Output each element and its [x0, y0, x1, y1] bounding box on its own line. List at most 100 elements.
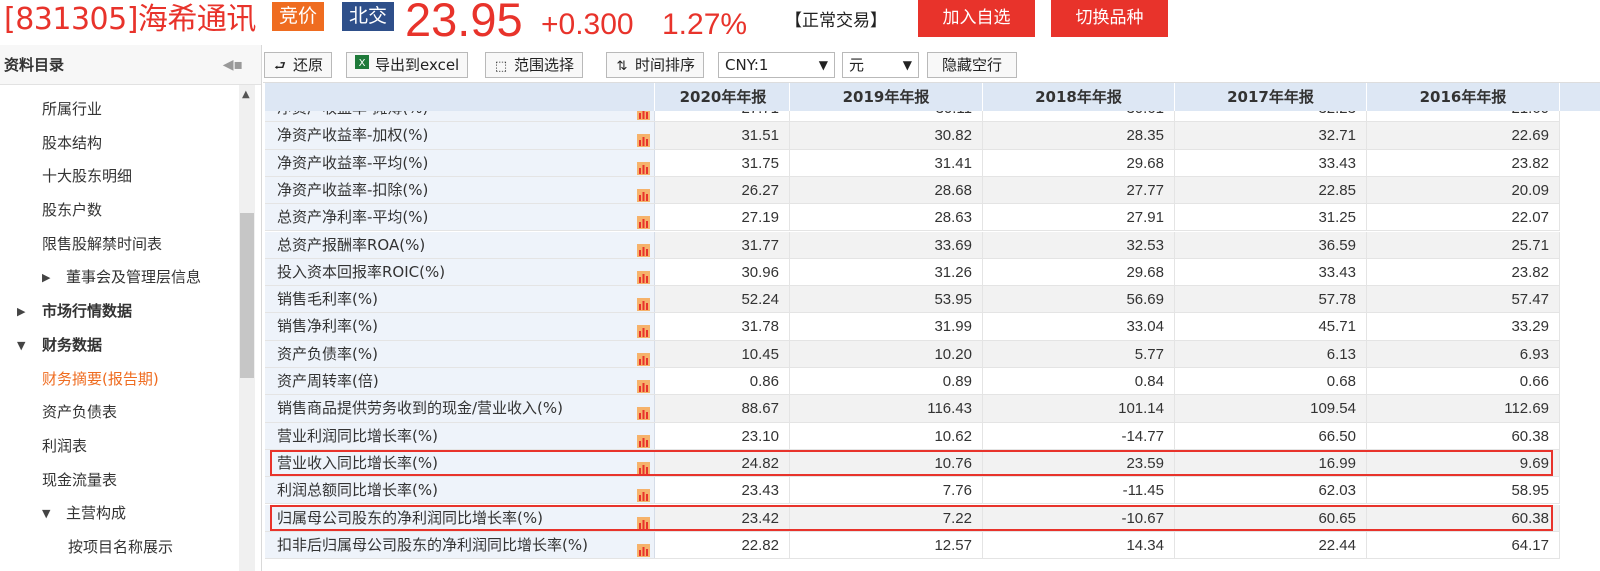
- undo-icon: ⮐: [274, 59, 286, 74]
- sidebar-item[interactable]: 财务摘要(报告期): [0, 363, 240, 397]
- bar-chart-icon[interactable]: [637, 239, 650, 257]
- table-row[interactable]: 净资产收益率-平均(%) 31.75 31.41 29.68 33.43 23.82: [265, 149, 1600, 177]
- bar-chart-icon[interactable]: [637, 211, 650, 230]
- table-cell: 20.09: [1367, 176, 1560, 204]
- sidebar-item[interactable]: 按项目名称展示: [0, 531, 240, 565]
- table-cell: 112.69: [1367, 395, 1560, 422]
- scrollbar-thumb[interactable]: [240, 213, 254, 378]
- sort-icon: ⇅: [616, 59, 628, 74]
- table-row[interactable]: 销售净利率(%) 31.78 31.99 33.04 45.71 33.29: [265, 313, 1600, 341]
- export-excel-button[interactable]: X 导出到excel: [346, 52, 469, 78]
- bar-chart-icon[interactable]: [637, 430, 650, 448]
- sidebar-item[interactable]: ▼ 财务数据: [0, 329, 240, 363]
- sidebar-item[interactable]: ▼ 主营构成: [0, 497, 240, 531]
- table-row[interactable]: 利润总额同比增长率(%) 23.43 7.76 -11.45 62.03 58.95: [265, 477, 1600, 505]
- price-change: +0.300: [541, 8, 634, 41]
- table-row[interactable]: 资产周转率(倍) 0.86 0.89 0.84 0.68 0.66: [265, 368, 1600, 396]
- table-row[interactable]: 总资产报酬率ROA(%) 31.77 33.69 32.53 36.59 25.71: [265, 231, 1600, 259]
- column-header[interactable]: 2019年年报: [790, 83, 983, 111]
- currency-select[interactable]: CNY:1 ▼: [718, 52, 835, 78]
- time-sort-button[interactable]: ⇅ 时间排序: [606, 52, 705, 78]
- sidebar-item-label: 股东户数: [42, 201, 103, 220]
- sidebar-item-label: 市场行情数据: [42, 302, 133, 321]
- expand-down-icon[interactable]: ▼: [42, 497, 50, 531]
- table-cell: 0.84: [983, 368, 1175, 395]
- row-label: 净资产收益率-扣除(%): [265, 176, 655, 204]
- bar-chart-icon[interactable]: [637, 320, 650, 339]
- table-cell: 5.77: [983, 340, 1175, 367]
- table-row[interactable]: 总资产净利率-平均(%) 27.19 28.63 27.91 31.25 22.07: [265, 204, 1600, 232]
- expand-right-icon[interactable]: ▶: [42, 261, 50, 295]
- bar-chart-icon[interactable]: [637, 293, 650, 312]
- column-header[interactable]: 2020年年报: [657, 83, 790, 111]
- table-cell: 109.54: [1175, 395, 1367, 422]
- row-label: 营业收入同比增长率(%): [265, 449, 655, 477]
- sidebar-scrollbar[interactable]: ▲: [239, 85, 255, 571]
- table-row[interactable]: 归属母公司股东的净利润同比增长率(%) 23.42 7.22 -10.67 60.65 6…: [265, 504, 1600, 532]
- sidebar-item[interactable]: 利润表: [0, 430, 240, 464]
- bar-chart-icon[interactable]: [637, 375, 650, 393]
- row-label-text: 净资产收益率-平均(%): [277, 153, 429, 172]
- sidebar-item[interactable]: 十大股东明细: [0, 160, 240, 194]
- table-cell: 66.50: [1175, 422, 1367, 449]
- row-label-text: 资产周转率(倍): [277, 372, 379, 390]
- sidebar-item[interactable]: ▶ 市场行情数据: [0, 295, 240, 329]
- expand-right-icon[interactable]: ▶: [17, 295, 25, 329]
- bar-chart-icon[interactable]: [637, 129, 650, 148]
- range-select-button[interactable]: ⬚ 范围选择: [485, 52, 584, 78]
- table-row[interactable]: 销售毛利率(%) 52.24 53.95 56.69 57.78 57.47: [265, 286, 1600, 314]
- bar-chart-icon[interactable]: [637, 539, 650, 557]
- row-label: 销售毛利率(%): [265, 286, 655, 313]
- row-label: 资产负债率(%): [265, 340, 655, 367]
- bar-chart-icon[interactable]: [637, 266, 650, 284]
- table-row[interactable]: 销售商品提供劳务收到的现金/营业收入(%) 88.67 116.43 101.14 10…: [265, 395, 1600, 423]
- table-cell: 62.03: [1175, 477, 1367, 504]
- table-row[interactable]: 营业利润同比增长率(%) 23.10 10.62 -14.77 66.50 60.38: [265, 422, 1600, 450]
- table-row[interactable]: 资产负债率(%) 10.45 10.20 5.77 6.13 6.93: [265, 340, 1600, 368]
- table-row[interactable]: 净资产收益率-扣除(%) 26.27 28.68 27.77 22.85 20.09: [265, 176, 1600, 205]
- table-cell: 31.78: [657, 313, 790, 340]
- table-cell: 45.71: [1175, 313, 1367, 340]
- bar-chart-icon[interactable]: [637, 457, 650, 475]
- row-label-text: 销售毛利率(%): [277, 290, 378, 309]
- bar-chart-icon[interactable]: [637, 402, 650, 421]
- scroll-up-icon[interactable]: ▲: [242, 89, 250, 100]
- sidebar-item[interactable]: 限售股解禁时间表: [0, 228, 240, 262]
- table-cell: 27.77: [983, 176, 1175, 204]
- bar-chart-icon[interactable]: [637, 184, 650, 202]
- sidebar-item[interactable]: ▶ 董事会及管理层信息: [0, 261, 240, 295]
- column-header[interactable]: 2016年年报: [1367, 83, 1560, 111]
- table-row[interactable]: 净资产收益率-加权(%) 31.51 30.82 28.35 32.71 22.69: [265, 122, 1600, 150]
- table-cell: 23.43: [657, 477, 790, 504]
- bar-chart-icon[interactable]: [637, 348, 650, 366]
- hide-empty-rows-button[interactable]: 隐藏空行: [927, 52, 1018, 78]
- add-watchlist-button[interactable]: 加入自选: [918, 0, 1035, 37]
- unit-value: 元: [849, 56, 865, 74]
- sidebar-item[interactable]: 现金流量表: [0, 464, 240, 498]
- table-cell: 32.53: [983, 231, 1175, 258]
- column-header[interactable]: 2017年年报: [1175, 83, 1367, 111]
- sidebar-item[interactable]: 资产负债表: [0, 396, 240, 430]
- sidebar-item[interactable]: 所属行业: [0, 93, 240, 127]
- collapse-sidebar-icon[interactable]: ◀▪: [223, 45, 243, 85]
- table-row[interactable]: 投入资本回报率ROIC(%) 30.96 31.26 29.68 33.43 23.82: [265, 258, 1600, 287]
- restore-label: 还原: [293, 56, 324, 74]
- table-cell: 27.91: [983, 204, 1175, 231]
- sidebar-item[interactable]: 股东户数: [0, 194, 240, 228]
- bar-chart-icon[interactable]: [637, 512, 650, 530]
- chevron-down-icon: ▼: [902, 58, 912, 72]
- bar-chart-icon[interactable]: [637, 157, 650, 175]
- table-row[interactable]: 营业收入同比增长率(%) 24.82 10.76 23.59 16.99 9.69: [265, 449, 1600, 478]
- restore-button[interactable]: ⮐ 还原: [264, 52, 333, 78]
- bar-chart-icon[interactable]: [637, 484, 650, 503]
- table-row[interactable]: 扣非后归属母公司股东的净利润同比增长率(%) 22.82 12.57 14.34 22.…: [265, 531, 1600, 560]
- row-label-text: 资产负债率(%): [277, 344, 378, 363]
- expand-down-icon[interactable]: ▼: [17, 329, 25, 363]
- row-label-text: 营业收入同比增长率(%): [277, 453, 438, 472]
- sidebar-item[interactable]: 股本结构: [0, 127, 240, 161]
- label-column-header: [265, 83, 655, 111]
- switch-security-button[interactable]: 切换品种: [1051, 0, 1168, 37]
- column-header[interactable]: 2018年年报: [983, 83, 1175, 111]
- table-cell: 33.43: [1175, 258, 1367, 286]
- unit-select[interactable]: 元 ▼: [842, 52, 919, 78]
